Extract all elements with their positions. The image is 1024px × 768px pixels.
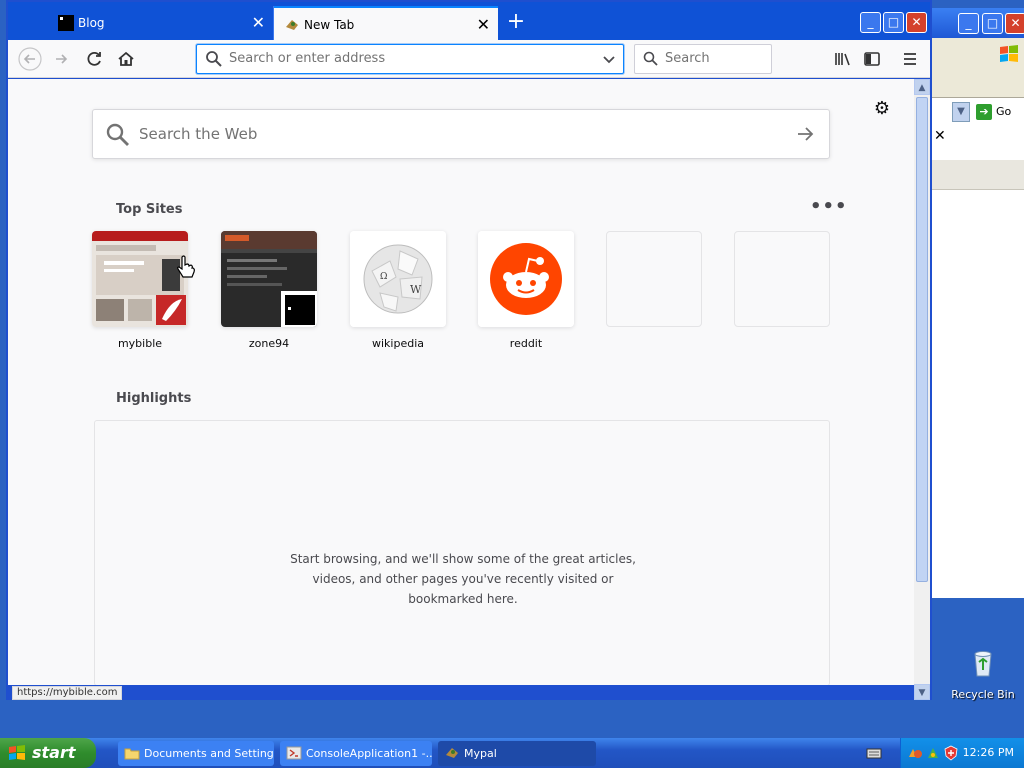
minimize-icon[interactable]: _ (958, 13, 979, 34)
top-site-label: mybible (117, 337, 163, 350)
taskbar-item-documents[interactable]: Documents and Settings (118, 741, 274, 766)
chevron-down-icon[interactable] (601, 51, 617, 67)
top-site-label: reddit (509, 337, 543, 350)
tab-label: Blog (78, 16, 105, 30)
scroll-thumb[interactable] (916, 97, 928, 582)
search-icon (643, 51, 658, 66)
windows-flag-icon (9, 745, 25, 760)
tab-new-tab[interactable]: New Tab ✕ (274, 6, 498, 40)
menu-icon[interactable] (896, 45, 924, 73)
top-site-label: wikipedia (371, 337, 424, 350)
close-panel-icon[interactable]: ✕ (934, 128, 946, 144)
address-dropdown-icon[interactable]: ▼ (952, 102, 970, 122)
recycle-bin-label: Recycle Bin (951, 688, 1015, 701)
svg-text:W: W (410, 283, 422, 296)
clock[interactable]: 12:26 PM (963, 738, 1014, 768)
taskbar-item-console-app[interactable]: ConsoleApplication1 -... (280, 741, 432, 766)
top-site-tile-empty[interactable] (734, 231, 830, 327)
start-button[interactable]: start (0, 738, 96, 768)
navigation-toolbar: Search or enter address Search (8, 40, 930, 78)
new-tab-page: ⚙ Search the Web Top Sites ••• mybible z… (8, 79, 914, 685)
taskbar-item-mypal[interactable]: Mypal (438, 741, 596, 766)
search-icon (206, 51, 222, 67)
address-bar-placeholder: Search or enter address (229, 51, 386, 66)
top-site-tile-reddit[interactable] (478, 231, 574, 327)
tab-label: New Tab (304, 18, 355, 32)
background-window[interactable]: _ □ ✕ ▼ ➔ Go ✕ (930, 8, 1024, 598)
mybible-thumbnail-icon (92, 231, 188, 327)
tab-blog[interactable]: Blog ✕ (48, 6, 274, 40)
forward-arrow-icon[interactable] (48, 45, 76, 73)
status-url: https://mybible.com (12, 686, 123, 700)
top-site-tile-zone94[interactable] (221, 231, 317, 327)
keyboard-icon[interactable] (866, 746, 882, 760)
minimize-icon[interactable]: _ (860, 12, 881, 33)
search-bar[interactable]: Search (634, 44, 772, 74)
wikipedia-globe-icon: W Ω (350, 231, 446, 327)
maximize-icon[interactable]: □ (883, 12, 904, 33)
update-icon[interactable] (925, 745, 941, 761)
hand-cursor-icon (177, 255, 195, 278)
blog-favicon-icon (58, 15, 74, 31)
go-button[interactable]: ➔ Go (974, 102, 1014, 122)
top-site-tile-empty[interactable] (606, 231, 702, 327)
new-tab-button[interactable]: + (504, 8, 528, 36)
highlights-empty-state: Start browsing, and we'll show some of t… (94, 420, 830, 685)
tab-close-icon[interactable]: ✕ (252, 6, 265, 40)
background-window-bar (932, 160, 1024, 190)
top-sites-title: Top Sites (116, 202, 183, 217)
close-icon[interactable]: ✕ (1005, 13, 1024, 34)
address-bar[interactable]: Search or enter address (196, 44, 624, 74)
system-tray: 12:26 PM (900, 738, 1024, 768)
tab-strip: Blog ✕ New Tab ✕ + _ □ ✕ (8, 2, 930, 40)
mypal-favicon-icon (286, 20, 298, 30)
home-icon[interactable] (112, 45, 140, 73)
top-site-tile-wikipedia[interactable]: W Ω (350, 231, 446, 327)
network-icon[interactable] (907, 745, 923, 761)
web-search-box[interactable]: Search the Web (92, 109, 830, 159)
top-site-tile-mybible[interactable] (92, 231, 188, 327)
back-arrow-icon[interactable] (16, 45, 44, 73)
browser-window: Blog ✕ New Tab ✕ + _ □ ✕ Search or enter… (6, 0, 932, 700)
close-icon[interactable]: ✕ (906, 12, 927, 33)
top-site-label: zone94 (248, 337, 290, 350)
mypal-icon (446, 748, 458, 758)
sidebar-icon[interactable] (858, 45, 886, 73)
background-window-toolbar: ▼ ➔ Go (932, 38, 1024, 122)
visual-studio-icon (286, 746, 302, 760)
taskbar: start Documents and Settings ConsoleAppl… (0, 738, 1024, 768)
highlights-title: Highlights (116, 391, 192, 406)
security-shield-icon[interactable] (943, 745, 959, 761)
windows-flag-icon (1000, 45, 1018, 62)
reddit-logo-icon (478, 231, 574, 327)
svg-text:Ω: Ω (380, 272, 387, 282)
web-search-placeholder: Search the Web (139, 125, 258, 143)
scroll-down-icon[interactable]: ▼ (914, 684, 930, 700)
vertical-scrollbar[interactable]: ▲ ▼ (914, 79, 930, 700)
more-options-icon[interactable]: ••• (810, 197, 848, 217)
zone94-thumbnail-icon (221, 231, 317, 327)
background-window-titlebar[interactable]: _ □ ✕ (932, 8, 1024, 38)
arrow-right-icon[interactable] (795, 124, 815, 144)
recycle-bin[interactable]: Recycle Bin (948, 648, 1018, 702)
search-icon (106, 123, 129, 146)
library-icon[interactable] (828, 45, 856, 73)
reload-icon[interactable] (80, 45, 108, 73)
highlights-message: Start browsing, and we'll show some of t… (290, 552, 636, 606)
scroll-up-icon[interactable]: ▲ (914, 79, 930, 95)
go-arrow-icon: ➔ (976, 104, 992, 120)
tab-close-icon[interactable]: ✕ (477, 8, 490, 42)
recycle-bin-icon (974, 651, 992, 677)
folder-icon (124, 748, 140, 760)
maximize-icon[interactable]: □ (982, 13, 1003, 34)
start-label: start (32, 743, 76, 762)
gear-icon[interactable]: ⚙ (872, 99, 892, 119)
search-bar-placeholder: Search (665, 51, 710, 66)
